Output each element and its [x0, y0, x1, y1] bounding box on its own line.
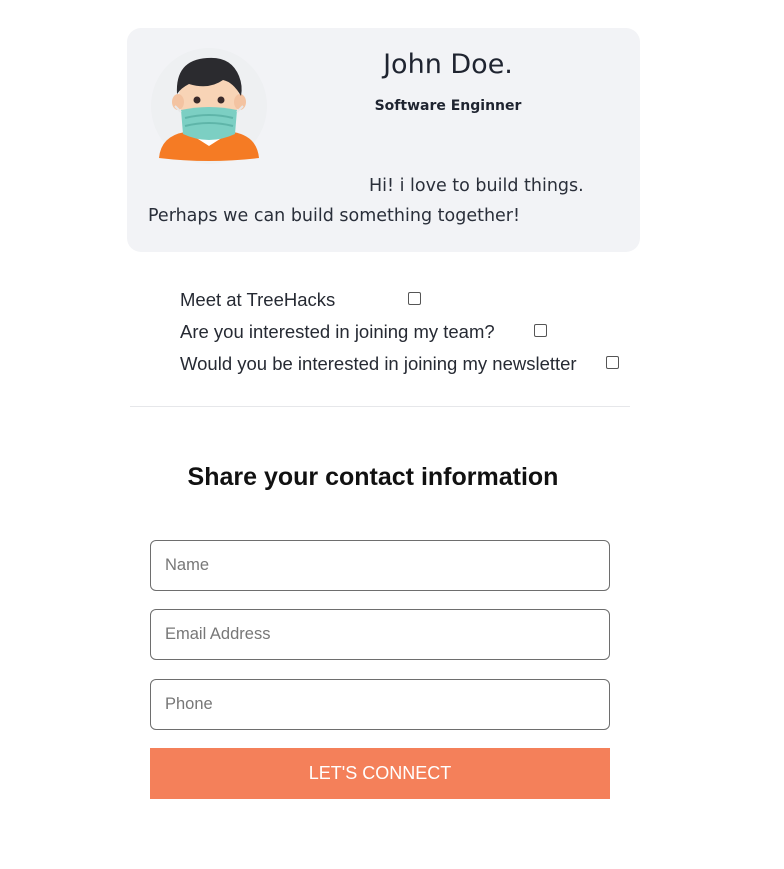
option-label: Would you be interested in joining my ne… — [180, 353, 577, 374]
option-newsletter: Would you be interested in joining my ne… — [180, 350, 619, 378]
profile-name: John Doe. — [383, 49, 513, 80]
section-divider — [130, 406, 630, 407]
name-input[interactable] — [150, 540, 610, 591]
profile-bio: Hi! i love to build things. Perhaps we c… — [148, 171, 628, 231]
contact-section-title: Share your contact information — [187, 463, 559, 491]
bio-line-1: Hi! i love to build things. — [369, 176, 584, 196]
profile-card: John Doe. Software Enginner Hi! i love t… — [127, 28, 640, 252]
option-label: Are you interested in joining my team? — [180, 321, 495, 342]
option-meet-treehacks: Meet at TreeHacks — [180, 286, 421, 314]
email-input[interactable] — [150, 609, 610, 660]
lets-connect-button[interactable]: LET'S CONNECT — [150, 748, 610, 799]
option-checkbox[interactable] — [534, 324, 547, 337]
option-join-team: Are you interested in joining my team? — [180, 318, 547, 346]
option-checkbox[interactable] — [408, 292, 421, 305]
masked-person-avatar-icon — [147, 46, 271, 166]
option-label: Meet at TreeHacks — [180, 289, 336, 310]
phone-input[interactable] — [150, 679, 610, 730]
bio-line-2: Perhaps we can build something together! — [148, 206, 521, 226]
profile-role: Software Enginner — [374, 98, 522, 114]
option-checkbox[interactable] — [606, 356, 619, 369]
